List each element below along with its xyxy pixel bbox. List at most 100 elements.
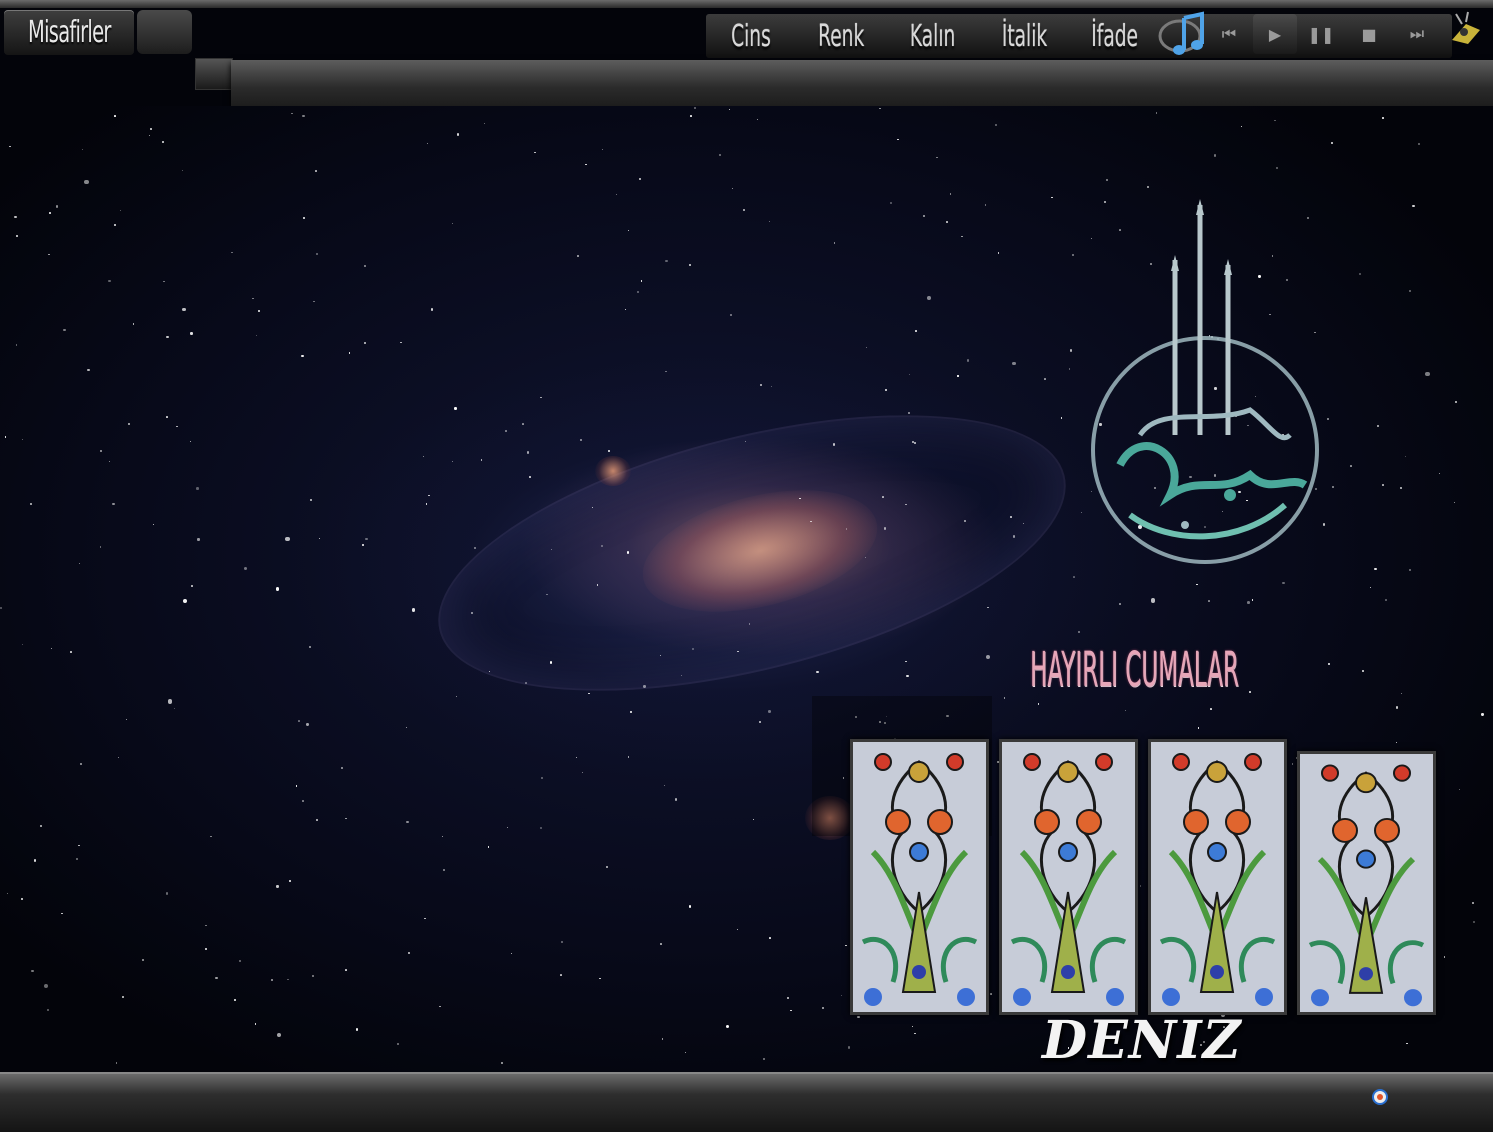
star [406, 821, 409, 824]
star [150, 128, 153, 131]
star [790, 1009, 792, 1012]
star [906, 674, 909, 678]
window-top-strip [0, 0, 1493, 8]
music-note-icon[interactable] [1158, 10, 1208, 58]
play-icon[interactable]: ▶ [1253, 14, 1297, 54]
star [1246, 601, 1250, 605]
star [688, 264, 691, 267]
star [770, 385, 773, 388]
star [166, 336, 169, 339]
star [1396, 706, 1399, 709]
stained-glass-window [1297, 751, 1436, 1015]
tab-guests[interactable]: Misafirler [4, 10, 134, 55]
star [522, 423, 525, 426]
emoticon-button[interactable]: İfade [1080, 14, 1150, 58]
star [665, 259, 668, 263]
tools-icon[interactable] [1446, 10, 1486, 50]
star [865, 346, 868, 349]
star [732, 187, 734, 190]
star [255, 334, 257, 336]
star [1195, 583, 1198, 586]
star [630, 711, 632, 713]
star [165, 416, 168, 419]
star [737, 929, 739, 931]
previous-icon[interactable]: ⏮ [1205, 14, 1253, 54]
star [1327, 662, 1330, 665]
star [627, 229, 629, 232]
star [355, 1028, 359, 1031]
star [1061, 417, 1063, 419]
star [426, 503, 428, 505]
star [112, 502, 115, 506]
satellite-galaxy [595, 456, 631, 486]
star [616, 193, 618, 195]
stop-icon[interactable]: ■ [1345, 14, 1393, 54]
next-icon[interactable]: ⏭ [1393, 14, 1441, 54]
font-family-button[interactable]: Cins [716, 14, 786, 58]
star [768, 220, 770, 222]
star [344, 817, 347, 820]
star [309, 645, 312, 649]
pause-icon[interactable]: ❚❚ [1297, 14, 1345, 54]
star [312, 975, 314, 977]
star [348, 351, 351, 354]
star [848, 1046, 851, 1049]
calligraphy-roundel [1091, 199, 1319, 564]
italic-button[interactable]: İtalik [990, 14, 1060, 58]
star [987, 606, 989, 609]
color-button[interactable]: Renk [806, 14, 876, 58]
star [1037, 703, 1040, 705]
stained-glass-window [1148, 739, 1287, 1015]
star [100, 450, 103, 453]
star [1146, 185, 1149, 188]
star [743, 209, 746, 211]
star [318, 538, 321, 540]
star [210, 835, 212, 838]
star [473, 546, 476, 550]
star [454, 407, 457, 410]
star [963, 519, 966, 522]
star [400, 341, 402, 344]
star [1197, 727, 1199, 729]
star [524, 681, 527, 685]
star [833, 241, 836, 244]
star [302, 114, 305, 118]
star [271, 978, 274, 982]
star [905, 660, 907, 663]
star [581, 771, 583, 773]
star [79, 563, 81, 565]
star [46, 1008, 49, 1011]
star [298, 720, 300, 722]
star [452, 222, 454, 225]
star [911, 1025, 914, 1027]
bold-button[interactable]: Kalın [898, 14, 968, 58]
tab-empty[interactable] [137, 10, 192, 54]
star [426, 142, 429, 145]
star [9, 145, 11, 148]
star [190, 440, 192, 442]
star [643, 685, 646, 688]
star [914, 442, 916, 444]
star [1417, 143, 1420, 145]
star [44, 983, 49, 989]
star [428, 495, 430, 497]
star [691, 648, 694, 650]
star [560, 940, 563, 944]
star [406, 726, 408, 728]
star [276, 885, 279, 888]
address-bar[interactable] [231, 60, 1493, 106]
star [183, 598, 188, 603]
star [540, 826, 543, 829]
star [832, 443, 835, 446]
star [957, 375, 959, 377]
star [501, 1062, 504, 1065]
address-bar-grip[interactable] [195, 58, 233, 90]
status-icon[interactable] [1370, 1086, 1390, 1106]
star [1077, 630, 1081, 634]
star [182, 307, 186, 312]
star [408, 951, 411, 955]
star [125, 718, 127, 721]
star [1443, 956, 1445, 958]
star [989, 993, 992, 995]
star [922, 214, 925, 217]
